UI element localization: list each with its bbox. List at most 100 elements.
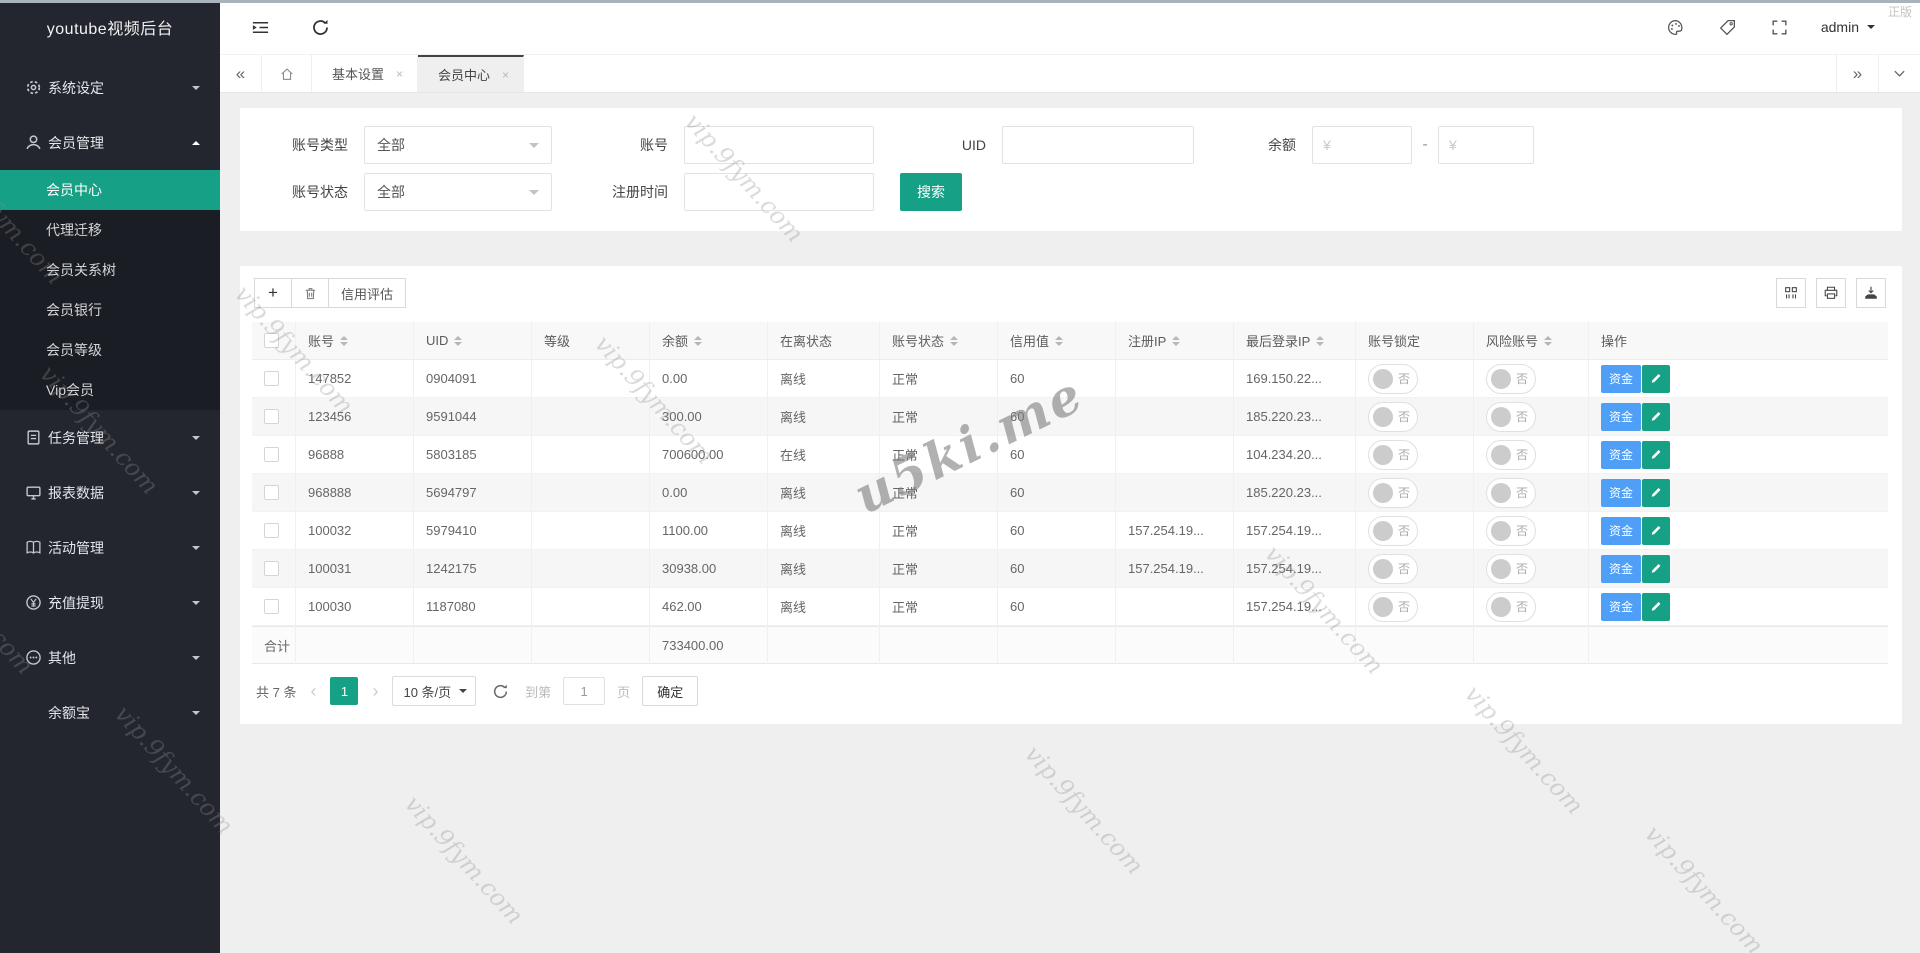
edit-button[interactable] — [1642, 440, 1671, 469]
edit-button[interactable] — [1642, 402, 1671, 431]
sidebar-item-yuebao[interactable]: 余额宝 — [0, 685, 220, 740]
row-checkbox[interactable] — [264, 485, 279, 500]
goto-page-input[interactable] — [563, 677, 606, 705]
fund-button[interactable]: 资金 — [1601, 402, 1642, 431]
collapse-sidebar-icon[interactable] — [242, 9, 278, 45]
lock-toggle[interactable]: 否 — [1368, 401, 1418, 432]
lock-toggle[interactable]: 否 — [1368, 591, 1418, 622]
sidebar-item-task-management[interactable]: 任务管理 — [0, 410, 220, 465]
tabs-menu-icon[interactable] — [1878, 55, 1920, 92]
credit-eval-button[interactable]: 信用评估 — [328, 278, 407, 308]
header-uid[interactable]: UID — [414, 321, 532, 360]
sort-icon[interactable] — [950, 335, 959, 346]
user-menu[interactable]: admin — [1821, 19, 1875, 35]
columns-filter-button[interactable] — [1776, 278, 1806, 308]
row-checkbox[interactable] — [264, 409, 279, 424]
fullscreen-icon[interactable] — [1769, 16, 1791, 38]
header-balance[interactable]: 余额 — [650, 321, 768, 360]
delete-button[interactable] — [291, 278, 329, 308]
sidebar-item-activity-management[interactable]: 活动管理 — [0, 520, 220, 575]
sort-icon[interactable] — [1544, 335, 1553, 346]
sidebar-item-system-settings[interactable]: 系统设定 — [0, 60, 220, 115]
home-tab-icon[interactable] — [262, 55, 312, 92]
tag-icon[interactable] — [1717, 16, 1739, 38]
next-page-icon[interactable]: › — [370, 682, 380, 700]
header-reg-ip[interactable]: 注册IP — [1116, 321, 1234, 360]
tab-member-center[interactable]: 会员中心 × — [418, 55, 525, 92]
export-button[interactable] — [1856, 278, 1886, 308]
lock-toggle[interactable]: 否 — [1368, 439, 1418, 470]
risk-toggle[interactable]: 否 — [1486, 477, 1536, 508]
account-input[interactable] — [684, 126, 874, 164]
tabs-scroll-right-icon[interactable]: » — [1836, 55, 1878, 92]
sidebar-item-member-bank[interactable]: 会员银行 — [0, 290, 220, 330]
risk-toggle[interactable]: 否 — [1486, 401, 1536, 432]
edit-button[interactable] — [1642, 592, 1671, 621]
sidebar-item-report-data[interactable]: 报表数据 — [0, 465, 220, 520]
sidebar-item-agent-migration[interactable]: 代理迁移 — [0, 210, 220, 250]
uid-input[interactable] — [1002, 126, 1194, 164]
sidebar-item-recharge-withdraw[interactable]: 充值提现 — [0, 575, 220, 630]
header-last-login-ip[interactable]: 最后登录IP — [1234, 321, 1356, 360]
balance-min-input[interactable] — [1312, 126, 1412, 164]
header-account[interactable]: 账号 — [296, 321, 414, 360]
header-account-status[interactable]: 账号状态 — [880, 321, 998, 360]
tabs-scroll-left-icon[interactable]: « — [220, 55, 262, 92]
close-icon[interactable]: × — [502, 68, 509, 82]
edit-button[interactable] — [1642, 554, 1671, 583]
sort-icon[interactable] — [694, 335, 703, 346]
balance-max-input[interactable] — [1438, 126, 1534, 164]
sort-icon[interactable] — [340, 335, 349, 346]
fund-button[interactable]: 资金 — [1601, 364, 1642, 393]
theme-palette-icon[interactable] — [1665, 16, 1687, 38]
lock-toggle[interactable]: 否 — [1368, 553, 1418, 584]
sidebar-item-vip-member[interactable]: Vip会员 — [0, 370, 220, 410]
print-button[interactable] — [1816, 278, 1846, 308]
select-all-checkbox[interactable] — [264, 333, 279, 348]
row-checkbox[interactable] — [264, 447, 279, 462]
refresh-icon[interactable] — [302, 9, 338, 45]
sort-icon[interactable] — [454, 335, 463, 346]
header-credit[interactable]: 信用值 — [998, 321, 1116, 360]
sidebar-item-other[interactable]: 其他 — [0, 630, 220, 685]
search-button[interactable]: 搜索 — [900, 173, 962, 211]
sort-icon[interactable] — [1316, 335, 1325, 346]
sort-icon[interactable] — [1055, 335, 1064, 346]
account-status-select[interactable]: 全部 — [364, 173, 552, 211]
table-refresh-icon[interactable] — [492, 683, 509, 700]
lock-toggle[interactable]: 否 — [1368, 477, 1418, 508]
edit-button[interactable] — [1642, 516, 1671, 545]
fund-button[interactable]: 资金 — [1601, 478, 1642, 507]
sidebar-item-member-level[interactable]: 会员等级 — [0, 330, 220, 370]
page-number-button[interactable]: 1 — [330, 677, 359, 705]
goto-confirm-button[interactable]: 确定 — [642, 676, 699, 706]
close-icon[interactable]: × — [396, 67, 403, 81]
edit-button[interactable] — [1642, 478, 1671, 507]
fund-button[interactable]: 资金 — [1601, 516, 1642, 545]
sidebar-item-member-tree[interactable]: 会员关系树 — [0, 250, 220, 290]
sort-icon[interactable] — [1172, 335, 1181, 346]
sidebar-item-member-management[interactable]: 会员管理 — [0, 115, 220, 170]
account-type-select[interactable]: 全部 — [364, 126, 552, 164]
risk-toggle[interactable]: 否 — [1486, 591, 1536, 622]
header-risk-account[interactable]: 风险账号 — [1474, 321, 1589, 360]
per-page-select[interactable]: 10 条/页 — [392, 676, 477, 706]
fund-button[interactable]: 资金 — [1601, 440, 1642, 469]
fund-button[interactable]: 资金 — [1601, 554, 1642, 583]
lock-toggle[interactable]: 否 — [1368, 363, 1418, 394]
lock-toggle[interactable]: 否 — [1368, 515, 1418, 546]
add-button[interactable]: + — [254, 278, 292, 308]
reg-time-input[interactable] — [684, 173, 874, 211]
risk-toggle[interactable]: 否 — [1486, 439, 1536, 470]
risk-toggle[interactable]: 否 — [1486, 363, 1536, 394]
edit-button[interactable] — [1642, 364, 1671, 393]
row-checkbox[interactable] — [264, 371, 279, 386]
fund-button[interactable]: 资金 — [1601, 592, 1642, 621]
row-checkbox[interactable] — [264, 599, 279, 614]
row-checkbox[interactable] — [264, 561, 279, 576]
sidebar-item-member-center[interactable]: 会员中心 — [0, 170, 220, 210]
tab-basic-settings[interactable]: 基本设置 × — [312, 55, 419, 92]
prev-page-icon[interactable]: ‹ — [308, 682, 318, 700]
row-checkbox[interactable] — [264, 523, 279, 538]
risk-toggle[interactable]: 否 — [1486, 553, 1536, 584]
